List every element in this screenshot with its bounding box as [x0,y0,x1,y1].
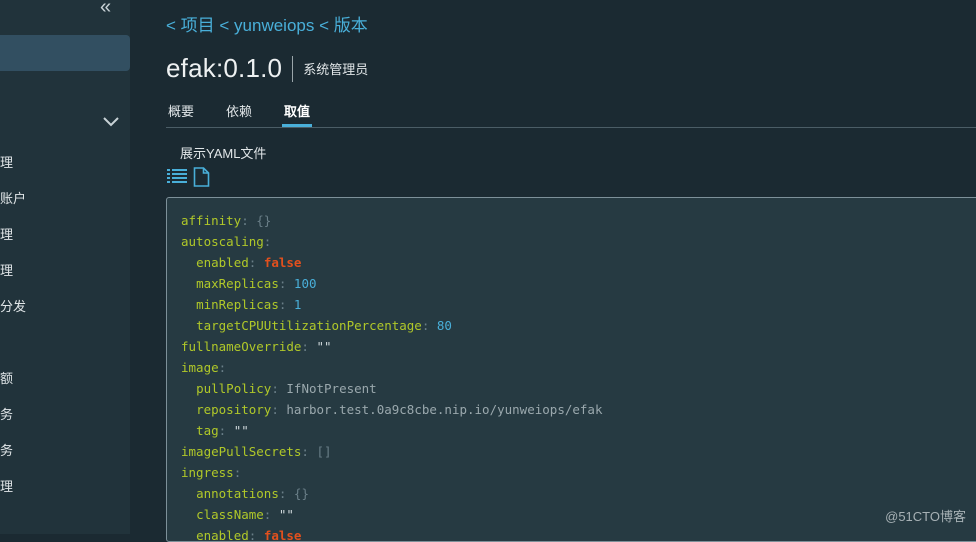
yaml-value: false [263,255,302,270]
yaml-key: affinity [181,213,242,228]
yaml-value: IfNotPresent [286,381,377,396]
yaml-key: minReplicas [196,297,279,312]
chevron-down-icon[interactable] [103,114,119,132]
yaml-line: ingress: [181,465,249,480]
yaml-line: annotations: {} [196,486,309,501]
sidebar-item[interactable]: 额 [0,368,120,388]
tab-overview[interactable]: 概要 [166,100,196,127]
collapse-sidebar-icon[interactable]: « [100,0,111,19]
yaml-key: repository [196,402,272,417]
tab-divider [166,127,976,128]
tab-bar: 概要 依赖 取值 [166,100,340,127]
yaml-line: className: "" [196,507,294,522]
sidebar-item[interactable]: 理 [0,152,120,172]
sidebar-item[interactable]: 理 [0,260,120,280]
yaml-key: tag [196,423,219,438]
show-yaml-toggle[interactable]: 展示YAML文件 [180,143,266,162]
file-view-icon[interactable] [193,167,210,192]
yaml-key: autoscaling [181,234,264,249]
sidebar-item[interactable]: 分发 [0,296,120,316]
sidebar-active-item[interactable] [0,35,130,71]
watermark: @51CTO博客 [885,509,966,524]
breadcrumb-project[interactable]: < yunweiops [219,16,314,35]
yaml-line: minReplicas: 1 [196,297,302,312]
sidebar-item[interactable]: 务 [0,404,120,424]
tab-values[interactable]: 取值 [282,100,313,127]
sidebar-item[interactable]: 理 [0,476,120,496]
yaml-value: 80 [436,318,452,333]
yaml-key: annotations [196,486,279,501]
breadcrumb: < 项目 < yunweiops < 版本 [166,11,368,36]
tab-dependencies[interactable]: 依赖 [224,100,254,127]
yaml-key: className [196,507,264,522]
breadcrumb-versions[interactable]: < 版本 [319,16,368,35]
yaml-value: 1 [293,297,302,312]
yaml-line: pullPolicy: IfNotPresent [196,381,377,396]
yaml-value: 100 [293,276,317,291]
yaml-line: image: [181,360,234,375]
sidebar-item[interactable]: 理 [0,224,120,244]
list-view-icon[interactable] [167,168,187,189]
yaml-key: imagePullSecrets [181,444,302,459]
yaml-key: maxReplicas [196,276,279,291]
page-title: efak:0.1.0 [166,53,283,83]
title-divider [292,55,294,82]
sidebar: « 理 账户 理 理 分发 额 务 务 理 [0,0,130,534]
yaml-line: enabled: false [196,255,302,270]
main-content: < 项目 < yunweiops < 版本 efak:0.1.0 系统管理员 概… [130,0,976,542]
yaml-key: ingress [181,465,234,480]
yaml-value: false [263,528,302,542]
sidebar-item[interactable]: 务 [0,440,120,460]
yaml-key: fullnameOverride [181,339,302,354]
yaml-value: "" [233,423,249,438]
yaml-line: maxReplicas: 100 [196,276,317,291]
yaml-key: image [181,360,219,375]
yaml-key: enabled [196,255,249,270]
yaml-value: {} [256,213,272,228]
yaml-value: "" [316,339,332,354]
yaml-line: repository: harbor.test.0a9c8cbe.nip.io/… [196,402,603,417]
owner-label: 系统管理员 [303,62,369,77]
yaml-line: affinity: {} [181,213,272,228]
yaml-line: targetCPUUtilizationPercentage: 80 [196,318,452,333]
yaml-value: {} [293,486,309,501]
yaml-line: autoscaling: [181,234,279,249]
yaml-line: fullnameOverride: "" [181,339,332,354]
yaml-line: tag: "" [196,423,249,438]
yaml-values-editor[interactable]: affinity: {} autoscaling: enabled: false … [166,197,976,542]
sidebar-item[interactable]: 账户 [0,188,120,208]
yaml-value: [] [316,444,332,459]
yaml-value: harbor.test.0a9c8cbe.nip.io/yunweiops/ef… [286,402,603,417]
yaml-value: "" [278,507,294,522]
yaml-key: pullPolicy [196,381,272,396]
yaml-key: targetCPUUtilizationPercentage [196,318,422,333]
yaml-line: imagePullSecrets: [] [181,444,332,459]
yaml-key: enabled [196,528,249,542]
breadcrumb-projects[interactable]: < 项目 [166,16,215,35]
title-row: efak:0.1.0 系统管理员 [166,53,368,84]
